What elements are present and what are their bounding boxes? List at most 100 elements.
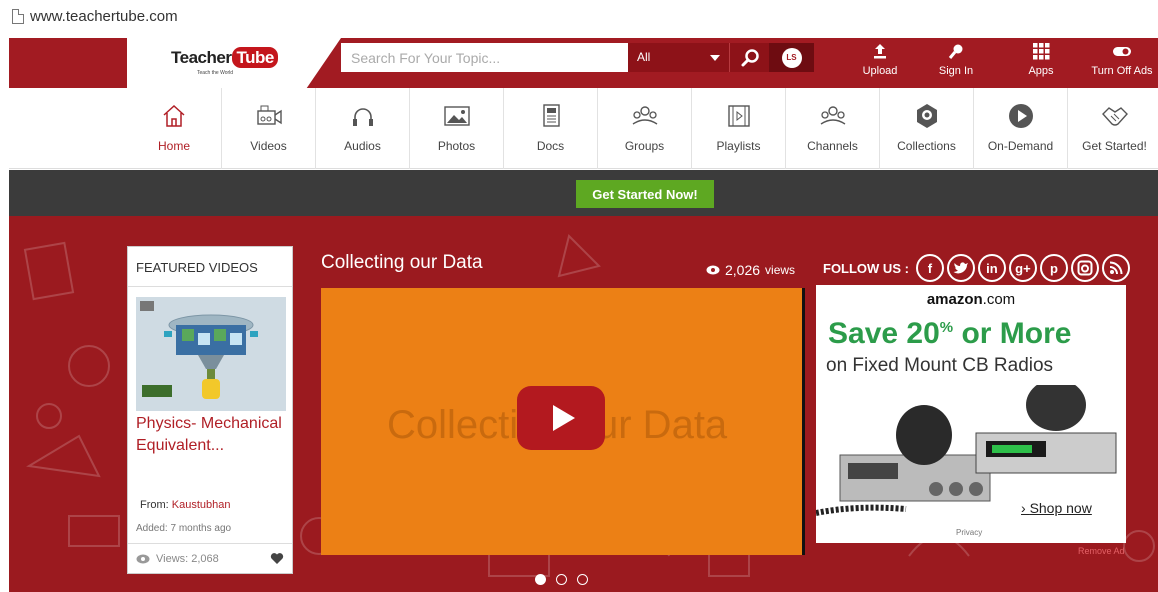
- remove-ad-link[interactable]: Remove Ad: [1078, 546, 1125, 556]
- video-views-count: 2,026: [725, 262, 761, 278]
- toggle-icon: [1113, 47, 1131, 56]
- ad-headline: Save 20% or More: [828, 317, 1071, 351]
- featured-video-views: Views: 2,068: [136, 553, 219, 565]
- carousel-dots: [535, 574, 588, 585]
- carousel-dot-2[interactable]: [556, 574, 567, 585]
- google-plus-icon[interactable]: g+: [1008, 254, 1037, 282]
- pinterest-icon[interactable]: p: [1039, 254, 1068, 282]
- site-header: TeacherTube Teach the World All LS Uploa…: [9, 38, 1158, 88]
- featured-video-thumbnail[interactable]: [136, 297, 286, 411]
- channels-icon: [820, 106, 845, 125]
- nav-home-label: Home: [157, 139, 190, 153]
- live-stream-button[interactable]: LS: [769, 43, 814, 72]
- shop-now-link[interactable]: › Shop now: [1021, 500, 1092, 516]
- upload-icon: [874, 44, 886, 59]
- ad-privacy-link[interactable]: Privacy: [956, 528, 982, 537]
- turn-off-ads-label: Turn Off Ads: [1091, 65, 1153, 77]
- turn-off-ads-toggle[interactable]: Turn Off Ads: [1089, 42, 1155, 84]
- amazon-logo-text: amazon: [926, 291, 983, 308]
- group-icon: [632, 106, 657, 125]
- search-category-select[interactable]: All: [628, 43, 729, 72]
- nav-channels[interactable]: Channels: [785, 88, 879, 169]
- logo[interactable]: Teacher Tube: [171, 47, 278, 68]
- shop-now-label: Shop now: [1029, 500, 1092, 516]
- nav-videos[interactable]: Videos: [221, 88, 315, 169]
- search-input[interactable]: [341, 43, 628, 72]
- photo-icon: [443, 106, 470, 126]
- featured-video-footer: Views: 2,068: [128, 543, 292, 573]
- get-started-now-button[interactable]: Get Started Now!: [576, 180, 714, 208]
- logo-container[interactable]: Teacher Tube Teach the World: [127, 38, 341, 88]
- nav-photos-label: Photos: [437, 139, 476, 153]
- amazon-logo-suffix: .com: [982, 291, 1016, 308]
- featured-video-title[interactable]: Physics- Mechanical Equivalent...: [136, 413, 286, 457]
- ad-save-percent: %: [939, 319, 954, 336]
- nav-audios[interactable]: Audios: [315, 88, 409, 169]
- featured-videos-card: FEATURED VIDEOS Physics- Mechanical Equi…: [127, 246, 293, 574]
- rss-icon[interactable]: [1101, 254, 1130, 282]
- apps-label: Apps: [1028, 65, 1054, 77]
- eye-icon: [706, 265, 720, 275]
- video-title: Collecting our Data: [321, 252, 483, 273]
- sign-in-button[interactable]: Sign In: [931, 42, 981, 84]
- instagram-icon[interactable]: [1070, 254, 1099, 282]
- amazon-ad[interactable]: amazon.com Save 20% or More on Fixed Mou…: [816, 285, 1126, 543]
- ad-brand: amazon.com: [816, 291, 1126, 308]
- nav-on-demand[interactable]: On-Demand: [973, 88, 1067, 169]
- upload-button[interactable]: Upload: [855, 42, 905, 84]
- nav-photos[interactable]: Photos: [409, 88, 503, 169]
- nav-on-demand-label: On-Demand: [987, 139, 1054, 153]
- video-camera-icon: [256, 105, 282, 125]
- linkedin-icon[interactable]: in: [977, 254, 1006, 282]
- from-label: From:: [140, 499, 169, 511]
- ad-save-prefix: Save 20: [828, 317, 940, 350]
- eye-icon: [136, 554, 150, 563]
- nav-docs[interactable]: Docs: [503, 88, 597, 169]
- follow-us-bar: FOLLOW US : f in g+ p: [823, 254, 1130, 282]
- video-player[interactable]: Collecting our Data: [321, 288, 805, 555]
- ad-subline: on Fixed Mount CB Radios: [826, 355, 1054, 376]
- play-button[interactable]: [517, 386, 605, 450]
- nav-docs-label: Docs: [536, 139, 565, 153]
- film-icon: [727, 105, 750, 127]
- address-bar[interactable]: www.teachertube.com: [0, 0, 1158, 32]
- nav-playlists[interactable]: Playlists: [691, 88, 785, 169]
- video-views: 2,026 views: [706, 262, 795, 278]
- facebook-icon[interactable]: f: [915, 254, 944, 282]
- heart-icon[interactable]: [270, 552, 284, 565]
- twitter-icon[interactable]: [946, 254, 975, 282]
- hero-section: FEATURED VIDEOS Physics- Mechanical Equi…: [9, 216, 1158, 592]
- apps-button[interactable]: Apps: [1016, 42, 1066, 84]
- key-icon: [948, 44, 963, 59]
- nav-groups[interactable]: Groups: [597, 88, 691, 169]
- logo-tube-text: Tube: [232, 47, 278, 68]
- upload-label: Upload: [862, 65, 898, 77]
- search-button[interactable]: [729, 43, 769, 72]
- apple-icon: LS: [781, 47, 802, 68]
- play-circle-icon: [1008, 104, 1033, 128]
- main-nav: Home Videos Audios Photos Docs Groups Pl…: [9, 88, 1158, 169]
- author-link[interactable]: Kaustubhan: [172, 499, 231, 511]
- nav-groups-label: Groups: [624, 139, 665, 153]
- sign-in-label: Sign In: [938, 65, 974, 77]
- grid-icon: [1033, 43, 1050, 60]
- search-icon: [741, 48, 759, 66]
- search-category-value: All: [637, 50, 651, 64]
- video-views-label: views: [765, 263, 796, 277]
- collection-icon: [916, 104, 937, 128]
- physics-apparatus-image: [136, 297, 286, 411]
- featured-video-added: Added: 7 months ago: [136, 523, 232, 534]
- nav-collections[interactable]: Collections: [879, 88, 973, 169]
- nav-audios-label: Audios: [344, 139, 381, 153]
- nav-get-started[interactable]: Get Started!: [1067, 88, 1158, 169]
- nav-home[interactable]: Home: [127, 88, 221, 169]
- carousel-dot-3[interactable]: [577, 574, 588, 585]
- logo-tagline: Teach the World: [197, 70, 234, 76]
- chevron-down-icon: [710, 55, 720, 61]
- headphones-icon: [352, 108, 373, 126]
- cta-band: Get Started Now!: [9, 170, 1158, 216]
- nav-get-started-label: Get Started!: [1082, 139, 1147, 153]
- nav-videos-label: Videos: [250, 139, 287, 153]
- carousel-dot-1[interactable]: [535, 574, 546, 585]
- url-text: www.teachertube.com: [30, 7, 178, 25]
